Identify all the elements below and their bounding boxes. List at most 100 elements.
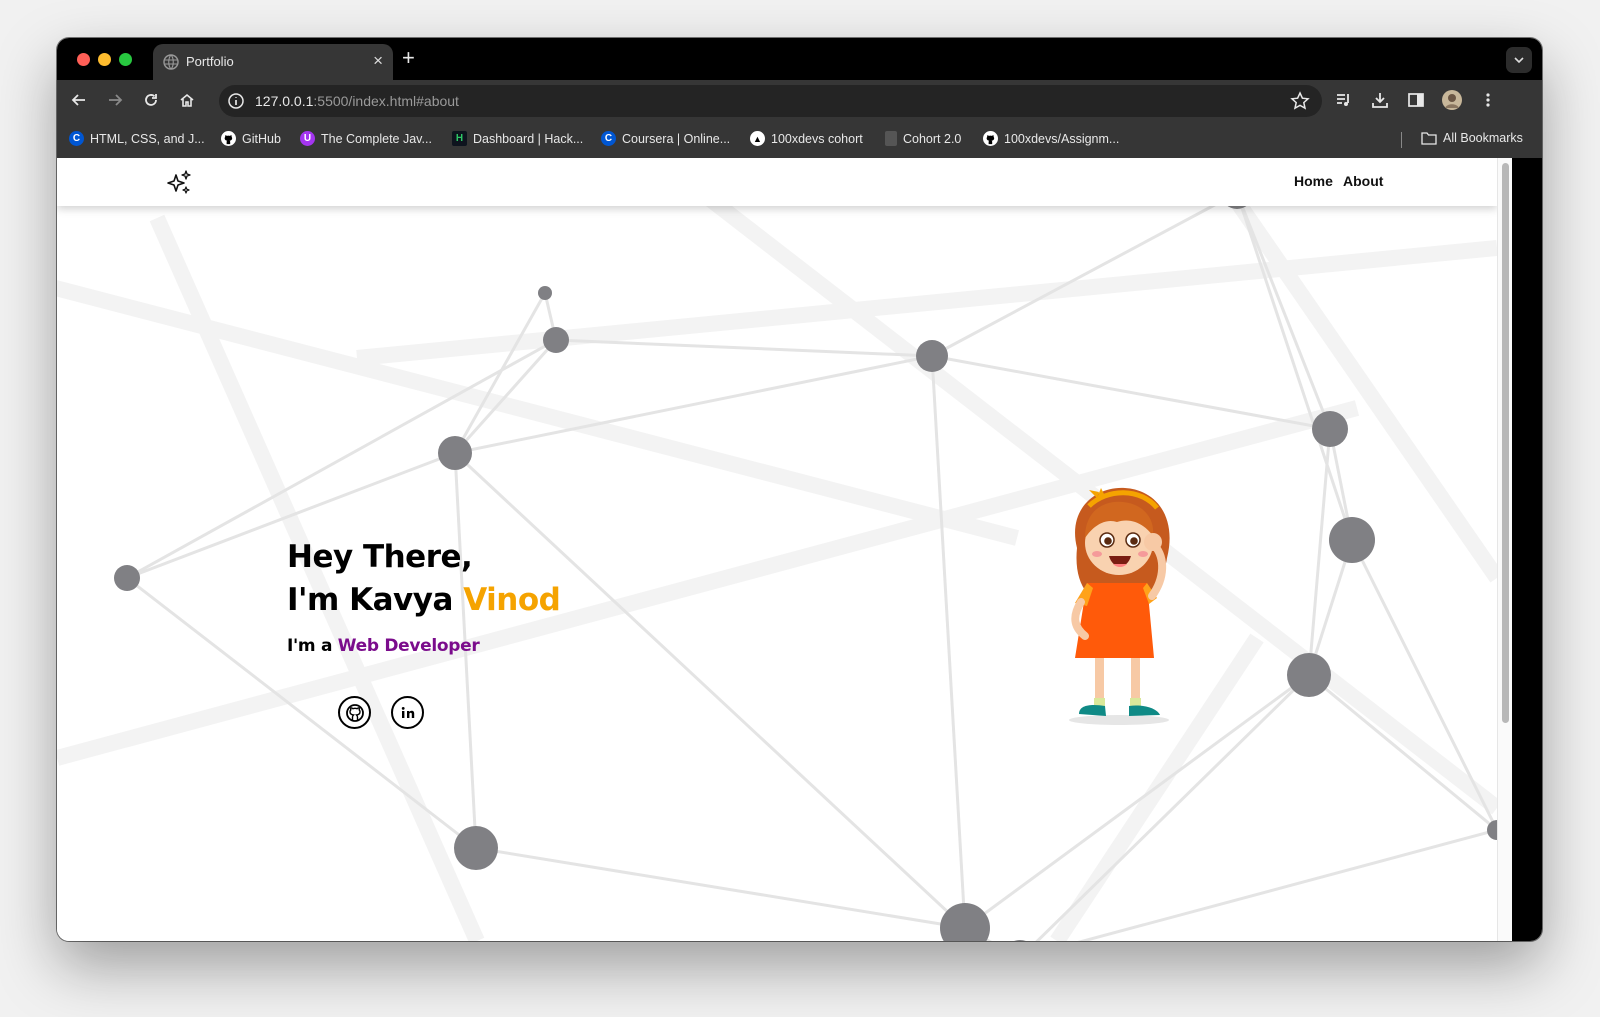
tab-close-button[interactable]: × <box>373 51 383 71</box>
bookmark-star-icon[interactable] <box>1290 91 1310 111</box>
hero-role: I'm a Web Developer <box>287 636 560 656</box>
github-icon <box>221 131 236 146</box>
network-node <box>1312 411 1348 447</box>
bookmark-item[interactable]: H Dashboard | Hack... <box>452 131 583 146</box>
bookmark-label: The Complete Jav... <box>321 131 432 146</box>
bookmark-item[interactable]: GitHub <box>221 131 281 146</box>
close-window-button[interactable] <box>77 53 90 66</box>
social-links <box>338 696 424 729</box>
side-panel-button[interactable] <box>1404 88 1428 112</box>
home-button[interactable] <box>175 88 199 112</box>
bookmark-item[interactable]: C Coursera | Online... <box>601 131 730 146</box>
playlist-icon <box>1337 94 1349 106</box>
folder-icon <box>1421 132 1437 145</box>
bookmarks-separator <box>1401 132 1402 148</box>
hero-name-prefix: I'm Kavya <box>287 582 464 618</box>
bookmark-label: Cohort 2.0 <box>903 131 962 146</box>
profile-button[interactable] <box>1440 88 1464 112</box>
hero-line-1: Hey There, <box>287 539 473 575</box>
bookmark-label: 100xdevs/Assignm... <box>1004 131 1120 146</box>
browser-toolbar: 127.0.0.1:5500/index.html#about <box>57 80 1542 120</box>
all-bookmarks-button[interactable]: All Bookmarks <box>1421 131 1523 145</box>
network-node <box>114 565 140 591</box>
url-text: 127.0.0.1:5500/index.html#about <box>255 93 459 109</box>
hero-role-prefix: I'm a <box>287 636 338 656</box>
home-icon <box>180 93 194 107</box>
url-host: 127.0.0.1 <box>255 93 314 109</box>
udemy-icon: U <box>300 131 315 146</box>
info-icon[interactable] <box>227 92 245 110</box>
reload-icon <box>145 94 157 106</box>
hero-role-accent: Web Developer <box>337 636 480 656</box>
bookmark-label: Dashboard | Hack... <box>473 131 584 146</box>
bookmark-label: Coursera | Online... <box>622 131 731 146</box>
tab-title: Portfolio <box>186 54 234 69</box>
chevron-down-icon <box>1514 57 1524 64</box>
address-bar[interactable]: 127.0.0.1:5500/index.html#about <box>219 85 1322 117</box>
nav-about-link[interactable]: About <box>1343 173 1383 189</box>
page-scrollbar[interactable] <box>1497 158 1512 941</box>
hero-line-2: I'm Kavya Vinod <box>287 579 561 622</box>
bookmark-item[interactable]: C HTML, CSS, and J... <box>69 131 205 146</box>
nav-home-link[interactable]: Home <box>1294 173 1333 189</box>
maximize-window-button[interactable] <box>119 53 132 66</box>
bookmark-item[interactable]: ▲ 100xdevs cohort <box>750 131 863 146</box>
bookmark-label: 100xdevs cohort <box>771 131 863 146</box>
bookmark-item[interactable]: 100xdevs/Assignm... <box>983 131 1119 146</box>
tab-search-button[interactable] <box>1506 47 1532 73</box>
bookmark-item[interactable]: Cohort 2.0 <box>885 131 961 146</box>
bookmark-item[interactable]: U The Complete Jav... <box>300 131 432 146</box>
network-background <box>57 158 1497 941</box>
window-edge <box>1512 158 1542 941</box>
linkedin-link[interactable] <box>391 696 424 729</box>
network-edge <box>453 292 547 454</box>
network-node <box>438 436 472 470</box>
github-icon <box>983 131 998 146</box>
github-link[interactable] <box>338 696 371 729</box>
network-edge <box>1350 539 1497 831</box>
network-node <box>1287 653 1331 697</box>
linkedin-icon <box>401 706 414 718</box>
scrollbar-thumb[interactable] <box>1502 163 1509 723</box>
background-stroke <box>1200 158 1497 583</box>
network-node <box>454 826 498 870</box>
tab-portfolio[interactable]: Portfolio × <box>153 44 393 80</box>
arrow-left-icon <box>71 94 85 106</box>
more-vertical-icon <box>1486 93 1490 107</box>
downloads-button[interactable] <box>1368 88 1392 112</box>
hackerrank-icon: H <box>452 131 467 146</box>
coursera-icon: C <box>601 131 616 146</box>
minimize-window-button[interactable] <box>98 53 111 66</box>
media-controls-button[interactable] <box>1332 88 1356 112</box>
bookmarks-bar: C HTML, CSS, and J... GitHub U The Complete … <box>57 120 1542 158</box>
new-tab-button[interactable]: + <box>402 45 415 71</box>
page-icon <box>885 131 897 146</box>
network-node <box>543 327 569 353</box>
network-node <box>538 286 552 300</box>
download-icon <box>1372 93 1388 108</box>
browser-window: Portfolio × + 127.0.0.1:5500/index.html#… <box>57 38 1542 941</box>
network-edge <box>555 338 933 358</box>
hero-name-accent: Vinod <box>463 582 561 618</box>
network-node <box>1329 517 1375 563</box>
url-path: :5500/index.html#about <box>313 93 459 109</box>
forward-button[interactable] <box>103 88 127 112</box>
network-edge <box>930 355 967 929</box>
hero-section: Hey There, I'm Kavya Vinod I'm a Web Dev… <box>287 536 561 729</box>
arrow-right-icon <box>109 94 123 106</box>
bookmark-label: HTML, CSS, and J... <box>90 131 205 146</box>
network-node <box>916 340 948 372</box>
all-bookmarks-label: All Bookmarks <box>1443 131 1523 145</box>
site-navbar: Home About <box>57 158 1497 206</box>
sparkles-icon[interactable] <box>165 168 193 196</box>
triangle-icon: ▲ <box>750 131 765 146</box>
browser-menu-button[interactable] <box>1476 88 1500 112</box>
avatar <box>1442 90 1462 110</box>
tab-strip: Portfolio × + <box>57 38 1542 80</box>
network-node <box>1014 940 1026 941</box>
back-button[interactable] <box>67 88 91 112</box>
globe-icon <box>163 54 179 70</box>
coursera-icon: C <box>69 131 84 146</box>
reload-button[interactable] <box>139 88 163 112</box>
web-page: Home About Hey There, I'm Kavya Vinod I'… <box>57 158 1497 941</box>
